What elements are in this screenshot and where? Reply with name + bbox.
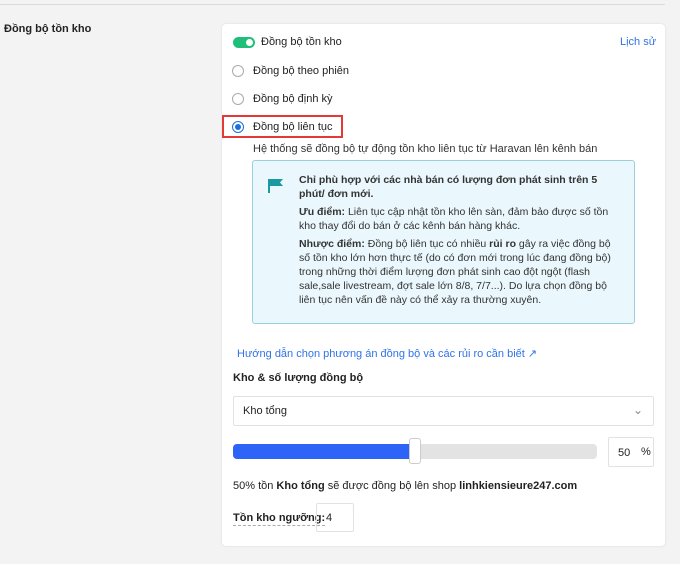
slider-handle[interactable] bbox=[409, 438, 421, 464]
cons-bold: rủi ro bbox=[489, 238, 517, 250]
flag-icon bbox=[268, 179, 283, 193]
summary-text: sẽ được đồng bộ lên shop bbox=[324, 480, 460, 492]
cons-label: Nhược điểm: bbox=[299, 238, 365, 250]
history-link[interactable]: Lịch sử bbox=[620, 36, 656, 48]
threshold-input[interactable]: 4 bbox=[316, 503, 354, 532]
warehouse-select[interactable]: Kho tổng ⌄ bbox=[233, 396, 654, 426]
cons-text: Đồng bộ liên tục có nhiều bbox=[364, 238, 490, 250]
option-label: Đồng bộ theo phiên bbox=[253, 65, 350, 77]
toggle-label: Đồng bộ tồn kho bbox=[261, 36, 342, 48]
slider-fill bbox=[233, 444, 415, 459]
option-label: Đồng bộ định kỳ bbox=[253, 93, 333, 105]
external-link-icon: ↗ bbox=[527, 348, 538, 360]
pros-label: Ưu điểm: bbox=[299, 206, 346, 218]
description: Hệ thống sẽ đồng bộ tự động tồn kho liên… bbox=[253, 143, 598, 155]
warehouse-heading: Kho & số lượng đồng bộ bbox=[233, 372, 364, 384]
percent-input[interactable]: 50 % bbox=[608, 437, 654, 467]
sync-settings-card: Đồng bộ tồn kho Lịch sử Đồng bộ theo phi… bbox=[222, 24, 665, 546]
summary-warehouse: Kho tổng bbox=[276, 480, 325, 492]
info-box: Chỉ phù hợp với các nhà bán có lượng đơn… bbox=[252, 160, 635, 324]
radio-continuous[interactable] bbox=[232, 121, 244, 133]
info-title: Chỉ phù hợp với các nhà bán có lượng đơn… bbox=[299, 174, 598, 200]
percent-unit: % bbox=[641, 446, 651, 458]
percent-value: 50 bbox=[618, 447, 631, 459]
guide-link[interactable]: Hướng dẫn chọn phương án đồng bộ và các … bbox=[237, 347, 537, 360]
chevron-down-icon: ⌄ bbox=[632, 403, 643, 417]
radio-session[interactable] bbox=[232, 65, 244, 77]
section-label: Đồng bộ tồn kho bbox=[4, 23, 92, 35]
guide-link-text: Hướng dẫn chọn phương án đồng bộ và các … bbox=[237, 348, 525, 360]
summary-text: 50% tồn bbox=[233, 480, 277, 492]
pros-text: Liên tục cập nhật tồn kho lên sàn, đảm b… bbox=[299, 206, 609, 232]
threshold-value: 4 bbox=[326, 512, 333, 524]
threshold-label: Tồn kho ngưỡng: bbox=[233, 512, 326, 526]
sync-summary: 50% tồn Kho tổng sẽ được đồng bộ lên sho… bbox=[233, 480, 577, 492]
radio-periodic[interactable] bbox=[232, 93, 244, 105]
summary-shop: linhkiensieure247.com bbox=[459, 480, 578, 492]
divider bbox=[0, 4, 665, 5]
warehouse-select-value: Kho tổng bbox=[243, 405, 288, 417]
option-label: Đồng bộ liên tục bbox=[253, 121, 333, 133]
sync-toggle[interactable] bbox=[233, 37, 255, 48]
